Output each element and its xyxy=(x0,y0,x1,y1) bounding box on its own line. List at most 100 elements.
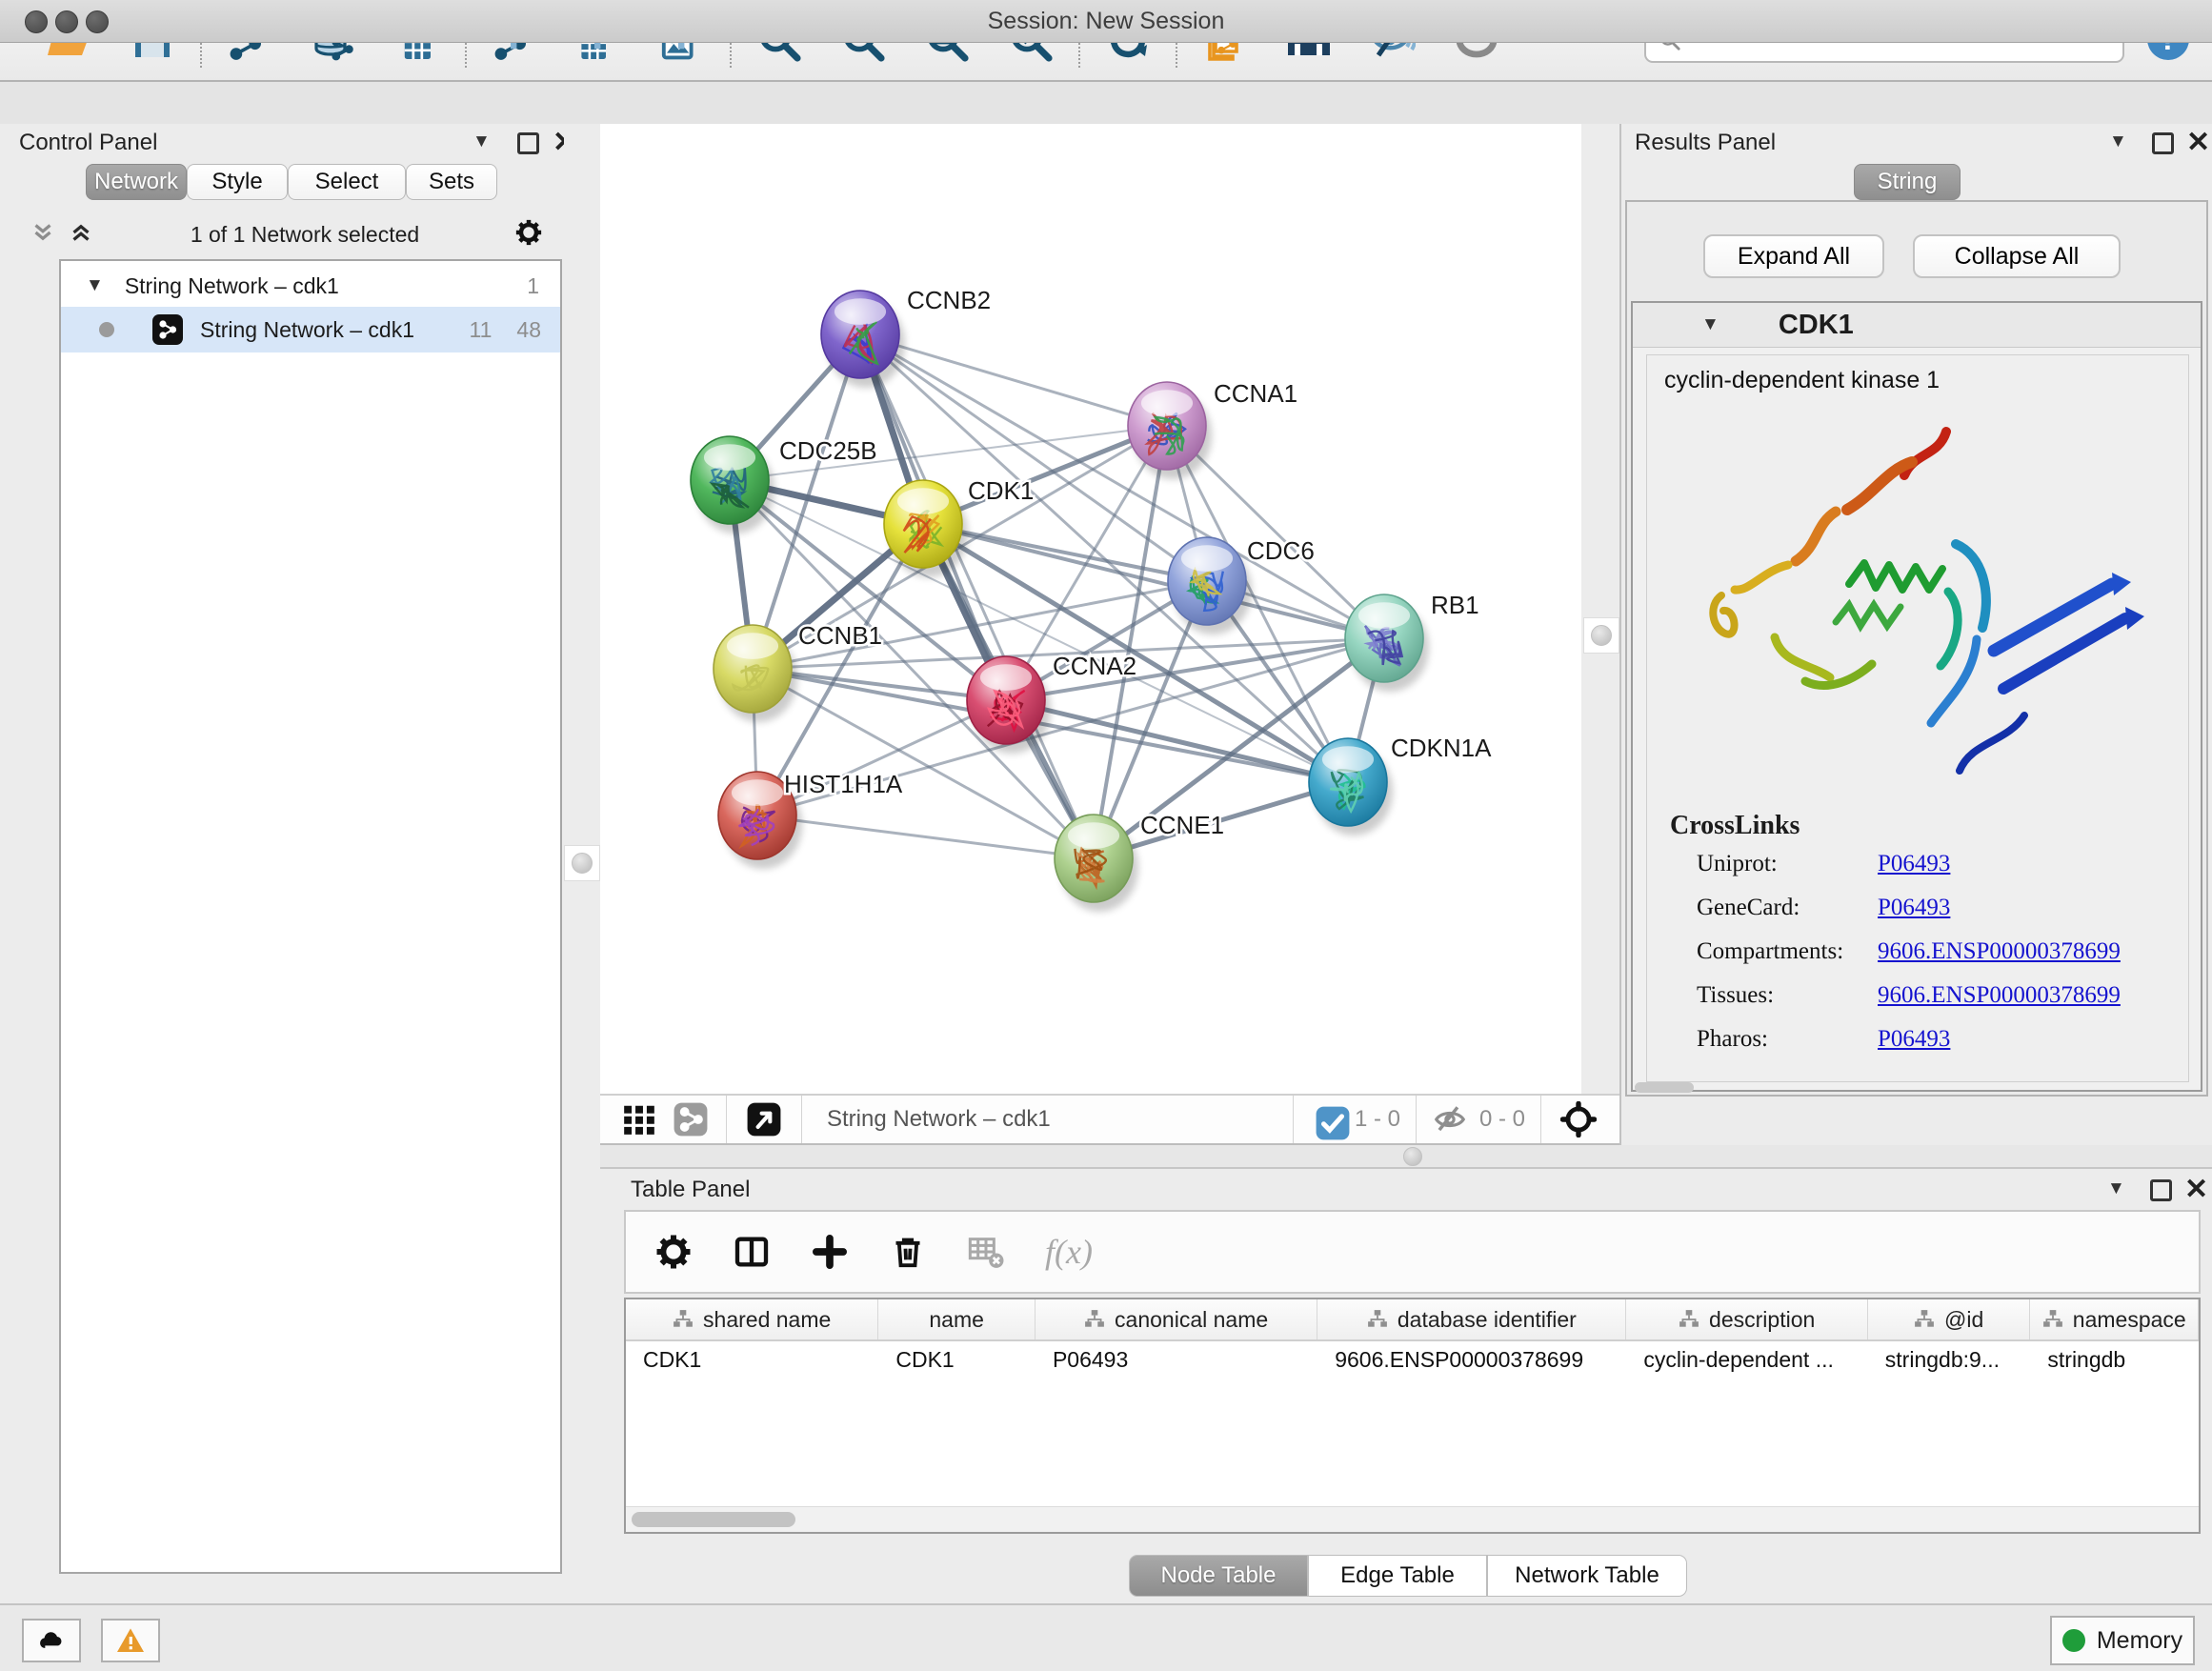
table-horizontal-scrollbar[interactable] xyxy=(626,1506,2199,1532)
network-row-selected[interactable]: String Network – cdk1 11 48 xyxy=(61,307,560,352)
cloud-icon xyxy=(36,1625,67,1656)
gene-section: ▼ CDK1 cyclin-dependent kinase 1 xyxy=(1631,301,2202,1092)
network-node-label: CDK1 xyxy=(968,476,1034,505)
results-panel-close-icon[interactable]: ✕ xyxy=(2186,132,2210,153)
birdseye-view-icon[interactable] xyxy=(746,1101,782,1137)
network-node-label: CDC25B xyxy=(779,436,877,465)
control-panel-float-icon[interactable] xyxy=(517,132,539,154)
tab-network-table[interactable]: Network Table xyxy=(1487,1555,1687,1597)
network-node-CDKN1A[interactable]: CDKN1A xyxy=(1309,734,1492,836)
tab-string[interactable]: String xyxy=(1854,164,1961,200)
network-node-CCNE1[interactable]: CCNE1 xyxy=(1055,811,1224,912)
table-cell[interactable]: P06493 xyxy=(1036,1339,1317,1379)
table-cell[interactable]: CDK1 xyxy=(878,1339,1036,1379)
function-builder-icon: f(x) xyxy=(1045,1232,1093,1272)
collapse-all-button[interactable]: Collapse All xyxy=(1913,234,2121,278)
tab-edge-table[interactable]: Edge Table xyxy=(1308,1555,1487,1597)
network-selection-bar: 1 of 1 Network selected xyxy=(29,213,543,255)
crosslink-label: Compartments: xyxy=(1697,938,1843,965)
results-panel-collapse-icon[interactable]: ▼ xyxy=(2109,131,2127,152)
column-header-shared-name[interactable]: shared name xyxy=(626,1299,878,1339)
gene-section-header[interactable]: ▼ CDK1 xyxy=(1633,303,2201,348)
table-cell[interactable]: stringdb:9... xyxy=(1868,1339,2031,1379)
network-edge[interactable] xyxy=(757,815,1094,858)
column-header-description[interactable]: description xyxy=(1626,1299,1867,1339)
tab-node-table[interactable]: Node Table xyxy=(1129,1555,1308,1597)
table-cell[interactable]: cyclin-dependent ... xyxy=(1626,1339,1867,1379)
network-collection-row[interactable]: ▼ String Network – cdk1 1 xyxy=(61,265,560,307)
network-canvas[interactable]: CDK1CCNB1CCNB2CCNA1CCNA2CCNE1CDC25BCDC6C… xyxy=(600,124,1581,1094)
crosslink-value-link[interactable]: 9606.ENSP00000378699 xyxy=(1878,982,2121,1009)
control-panel-collapse-icon[interactable]: ▼ xyxy=(473,131,491,152)
disclosure-triangle-icon[interactable]: ▼ xyxy=(86,275,104,296)
splitter-knob[interactable] xyxy=(1591,625,1612,646)
network-node-CCNB2[interactable]: CCNB2 xyxy=(821,286,991,388)
show-columns-icon[interactable] xyxy=(733,1233,771,1271)
column-header-@id[interactable]: @id xyxy=(1868,1299,2031,1339)
expand-all-chevron-icon[interactable] xyxy=(67,218,95,252)
add-column-icon[interactable] xyxy=(811,1233,849,1271)
network-view-toolbar: String Network – cdk1 1 - 0 0 - 0 xyxy=(600,1094,1619,1145)
gear-icon[interactable] xyxy=(514,218,543,252)
network-node-label: CDKN1A xyxy=(1391,734,1492,762)
control-panel-title: Control Panel xyxy=(19,130,157,156)
expand-all-button[interactable]: Expand All xyxy=(1703,234,1884,278)
network-selection-text: 1 of 1 Network selected xyxy=(95,222,514,248)
network-node-CCNB1[interactable]: CCNB1 xyxy=(714,621,882,722)
tab-network[interactable]: Network xyxy=(86,164,187,200)
selected-checkbox-icon[interactable] xyxy=(1315,1105,1343,1134)
horizontal-splitter[interactable] xyxy=(600,1145,2212,1167)
column-header-name[interactable]: name xyxy=(878,1299,1036,1339)
tab-style[interactable]: Style xyxy=(187,164,288,200)
share-view-icon[interactable] xyxy=(673,1101,709,1137)
network-node-CCNA1[interactable]: CCNA1 xyxy=(1128,379,1297,479)
warning-button[interactable] xyxy=(101,1619,160,1662)
network-node-RB1[interactable]: RB1 xyxy=(1345,591,1479,692)
table-cell[interactable]: stringdb xyxy=(2030,1339,2199,1379)
column-header-database-identifier[interactable]: database identifier xyxy=(1317,1299,1626,1339)
crosslink-value-link[interactable]: P06493 xyxy=(1878,895,1950,921)
splitter-knob[interactable] xyxy=(572,853,593,874)
network-node-CDK1[interactable]: CDK1 xyxy=(884,476,1034,577)
right-splitter[interactable] xyxy=(1581,124,1619,1094)
delete-column-icon[interactable] xyxy=(889,1233,927,1271)
window-titlebar: Session: New Session xyxy=(0,0,2212,43)
table-cell[interactable]: 9606.ENSP00000378699 xyxy=(1317,1339,1626,1379)
crosslink-label: GeneCard: xyxy=(1697,895,1800,921)
splitter-knob[interactable] xyxy=(1403,1147,1422,1166)
left-splitter[interactable] xyxy=(564,124,600,1603)
gear-icon[interactable] xyxy=(654,1233,693,1271)
table-panel-collapse-icon[interactable]: ▼ xyxy=(2107,1178,2125,1199)
network-node-CDC25B[interactable]: CDC25B xyxy=(691,436,877,534)
table-panel-close-icon[interactable]: ✕ xyxy=(2184,1179,2208,1200)
memory-label: Memory xyxy=(2097,1627,2182,1655)
network-edge[interactable] xyxy=(1006,700,1348,782)
table-header-row: shared namename canonical name database … xyxy=(626,1299,2199,1341)
network-edge[interactable] xyxy=(860,334,1167,426)
table-cell[interactable]: CDK1 xyxy=(626,1339,878,1379)
node-count: 11 xyxy=(470,317,493,343)
table-panel-float-icon[interactable] xyxy=(2150,1179,2172,1201)
crosslink-value-link[interactable]: 9606.ENSP00000378699 xyxy=(1878,938,2121,965)
column-header-canonical-name[interactable]: canonical name xyxy=(1036,1299,1317,1339)
results-panel-float-icon[interactable] xyxy=(2152,132,2174,154)
network-node-HIST1H1A[interactable]: HIST1H1A xyxy=(718,770,903,869)
cloud-button[interactable] xyxy=(22,1619,81,1662)
scrollbar-thumb[interactable] xyxy=(632,1512,795,1527)
grid-view-icon[interactable] xyxy=(621,1101,657,1137)
hidden-eye-icon[interactable] xyxy=(1432,1101,1468,1137)
results-scrollbar-thumb[interactable] xyxy=(1635,1082,1694,1093)
column-header-namespace[interactable]: namespace xyxy=(2030,1299,2199,1339)
section-collapse-triangle-icon[interactable]: ▼ xyxy=(1701,314,1719,335)
tab-select[interactable]: Select xyxy=(288,164,406,200)
network-node-label: CCNA1 xyxy=(1214,379,1297,408)
collapse-all-chevron-icon[interactable] xyxy=(29,218,57,252)
crosslink-value-link[interactable]: P06493 xyxy=(1878,1026,1950,1053)
table-row[interactable]: CDK1CDK1P064939606.ENSP00000378699cyclin… xyxy=(626,1339,2199,1379)
crosslink-value-link[interactable]: P06493 xyxy=(1878,851,1950,877)
fit-selected-crosshair-icon[interactable] xyxy=(1560,1101,1597,1137)
memory-button[interactable]: Memory xyxy=(2050,1616,2195,1665)
crosslinks-title: CrossLinks xyxy=(1670,811,1800,841)
tab-sets[interactable]: Sets xyxy=(406,164,497,200)
crosslink-label: Uniprot: xyxy=(1697,851,1778,877)
